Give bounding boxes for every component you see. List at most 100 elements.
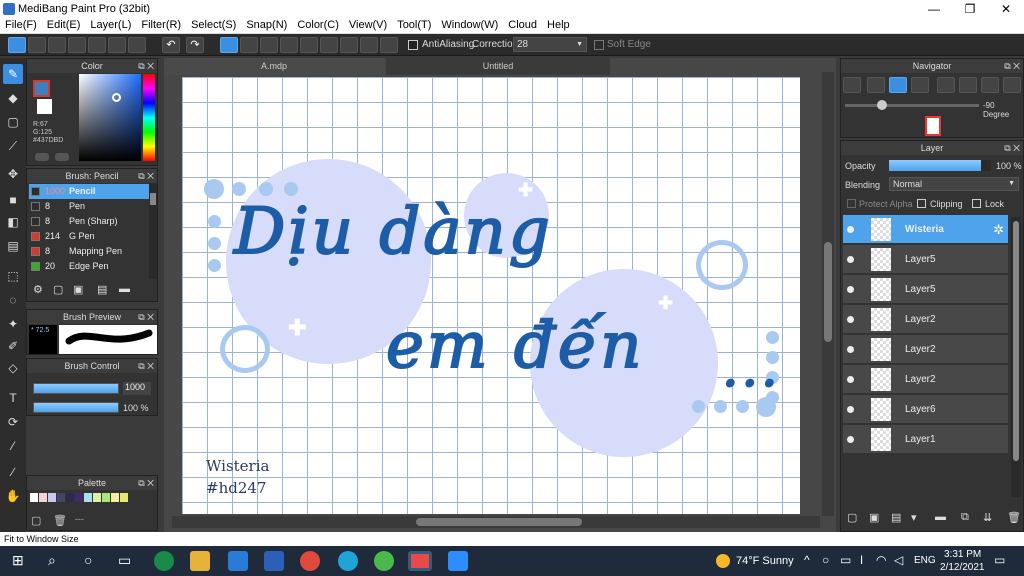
tray-chevron-icon[interactable]: ^ bbox=[804, 553, 810, 567]
rotate-left-icon[interactable] bbox=[937, 77, 955, 93]
layer-row[interactable]: Layer2 bbox=[843, 365, 1008, 394]
panel-close-icon[interactable]: ⧉ ✕ bbox=[1004, 141, 1020, 155]
eye-icon[interactable] bbox=[847, 316, 854, 323]
menu-cloud[interactable]: Cloud bbox=[503, 18, 542, 33]
menu-color[interactable]: Color(C) bbox=[292, 18, 344, 33]
palette-swatch[interactable] bbox=[84, 493, 92, 502]
saturation-value-picker[interactable] bbox=[79, 74, 141, 161]
close-button[interactable]: ✕ bbox=[988, 0, 1024, 18]
vertical-scrollbar[interactable] bbox=[822, 72, 834, 516]
curve-snap-icon[interactable] bbox=[340, 37, 358, 53]
notification-icon[interactable]: ▭ bbox=[994, 553, 1005, 567]
palette-new-icon[interactable]: ▢ bbox=[31, 514, 41, 527]
eye-icon[interactable] bbox=[847, 436, 854, 443]
primary-color-swatch[interactable] bbox=[33, 80, 50, 97]
select-tool-icon[interactable]: ⬚ bbox=[3, 266, 23, 286]
lock-checkbox[interactable] bbox=[972, 199, 981, 208]
brush-item[interactable]: 20 Edge Pen bbox=[29, 259, 149, 274]
palette-swatch[interactable] bbox=[120, 493, 128, 502]
palette-swatch[interactable] bbox=[39, 493, 47, 502]
layer-scroll-thumb[interactable] bbox=[1013, 221, 1019, 461]
comment-icon[interactable] bbox=[48, 37, 66, 53]
brush-item[interactable]: 8 Mapping Pen bbox=[29, 244, 149, 259]
lasso-tool-icon[interactable]: ◌ bbox=[3, 290, 23, 310]
folder-icon[interactable]: ▬ bbox=[119, 283, 130, 295]
layer-opacity-slider[interactable] bbox=[889, 160, 991, 171]
secondary-color-swatch[interactable] bbox=[37, 99, 52, 114]
brush-size-slider[interactable] bbox=[33, 383, 119, 394]
clock-date[interactable]: 2/12/2021 bbox=[940, 562, 985, 573]
weather-text[interactable]: 74°F Sunny bbox=[736, 555, 794, 567]
task-view-icon[interactable]: ▭ bbox=[118, 552, 131, 569]
radial-snap-icon[interactable] bbox=[300, 37, 318, 53]
flip-icon[interactable] bbox=[1003, 77, 1021, 93]
panel-close-icon[interactable]: ⧉ ✕ bbox=[138, 359, 154, 373]
new-layer-icon[interactable]: ▢ bbox=[847, 511, 857, 524]
panel-close-icon[interactable]: ⧉ ✕ bbox=[138, 169, 154, 183]
volume-icon[interactable]: ◁ bbox=[894, 553, 903, 567]
upload-icon[interactable] bbox=[28, 37, 46, 53]
maximize-button[interactable]: ❐ bbox=[952, 0, 988, 18]
select-eraser-icon[interactable]: ◇ bbox=[3, 358, 23, 378]
color-add-button[interactable] bbox=[35, 153, 49, 161]
redo-icon[interactable]: ↷ bbox=[186, 37, 204, 53]
cortana-icon[interactable]: ○ bbox=[84, 552, 92, 568]
menu-layer[interactable]: Layer(L) bbox=[85, 18, 136, 33]
select-pen-icon[interactable]: ✐ bbox=[3, 336, 23, 356]
medibang-icon[interactable] bbox=[408, 551, 432, 571]
circle-snap-icon[interactable] bbox=[320, 37, 338, 53]
new-brush-icon[interactable]: ▢ bbox=[53, 283, 63, 296]
palette-swatch[interactable] bbox=[30, 493, 38, 502]
word-icon[interactable] bbox=[264, 551, 284, 571]
hand-tool-icon[interactable]: ✋ bbox=[3, 486, 23, 506]
brush-scrollbar[interactable] bbox=[149, 183, 157, 279]
soft-edge-checkbox[interactable] bbox=[594, 40, 604, 50]
duplicate-layer-icon[interactable]: ⧉ bbox=[961, 511, 969, 524]
menu-window[interactable]: Window(W) bbox=[436, 18, 503, 33]
eye-icon[interactable] bbox=[847, 256, 854, 263]
brush-item[interactable]: 1000 Pencil bbox=[29, 184, 149, 199]
clipping-checkbox[interactable] bbox=[917, 199, 926, 208]
snap-off-icon[interactable] bbox=[220, 37, 238, 53]
store-icon[interactable] bbox=[228, 551, 248, 571]
dot-tool-icon[interactable]: ⟋ bbox=[3, 136, 23, 156]
panel-close-icon[interactable]: ⧉ ✕ bbox=[138, 310, 154, 324]
brush-tool-icon[interactable]: ✎ bbox=[3, 64, 23, 84]
menu-edit[interactable]: Edit(E) bbox=[42, 18, 86, 33]
menu-help[interactable]: Help bbox=[542, 18, 575, 33]
search-icon[interactable]: ⌕ bbox=[48, 552, 56, 569]
add-layer-menu-icon[interactable]: ▾ bbox=[911, 511, 917, 524]
layer-row[interactable]: Layer2 bbox=[843, 335, 1008, 364]
eye-icon[interactable] bbox=[847, 346, 854, 353]
menu-select[interactable]: Select(S) bbox=[186, 18, 241, 33]
fit-window-icon[interactable] bbox=[889, 77, 907, 93]
drawing-canvas[interactable]: ✚ ✚ ✚ Dịu dàng em đến ... Wisteria #hd24… bbox=[182, 77, 800, 514]
menu-filter[interactable]: Filter(R) bbox=[136, 18, 186, 33]
layer-row[interactable]: Wisteria ✲ bbox=[843, 215, 1008, 244]
clock-time[interactable]: 3:31 PM bbox=[944, 549, 981, 560]
wifi-icon[interactable]: ◠ bbox=[876, 553, 886, 567]
panel-close-icon[interactable]: ⧉ ✕ bbox=[138, 476, 154, 490]
palette-swatch[interactable] bbox=[48, 493, 56, 502]
layer-row[interactable]: Layer1 bbox=[843, 425, 1008, 454]
app-green-icon[interactable] bbox=[374, 551, 394, 571]
antialiasing-checkbox[interactable] bbox=[408, 40, 418, 50]
blending-select[interactable]: Normal ▼ bbox=[889, 177, 1019, 191]
brush-settings-icon[interactable]: ⚙ bbox=[33, 283, 43, 296]
file-explorer-icon[interactable] bbox=[190, 551, 210, 571]
horizontal-scrollbar[interactable] bbox=[172, 516, 820, 528]
minimize-button[interactable]: — bbox=[916, 0, 952, 18]
layer-row[interactable]: Layer2 bbox=[843, 305, 1008, 334]
undo-icon[interactable]: ↶ bbox=[162, 37, 180, 53]
gradient-tool-icon[interactable]: ▤ bbox=[3, 236, 23, 256]
navigator-thumbnail[interactable] bbox=[925, 116, 941, 136]
page-list-icon[interactable] bbox=[108, 37, 126, 53]
palette-swatch[interactable] bbox=[66, 493, 74, 502]
new-halftone-layer-icon[interactable]: ▣ bbox=[869, 511, 879, 524]
menu-snap[interactable]: Snap(N) bbox=[241, 18, 292, 33]
hue-slider[interactable] bbox=[143, 74, 155, 161]
brush-size-value[interactable]: 1000 bbox=[123, 382, 151, 395]
menu-tool[interactable]: Tool(T) bbox=[392, 18, 436, 33]
layer-row[interactable]: Layer5 bbox=[843, 275, 1008, 304]
trash-icon[interactable]: 🗑 bbox=[53, 514, 67, 527]
